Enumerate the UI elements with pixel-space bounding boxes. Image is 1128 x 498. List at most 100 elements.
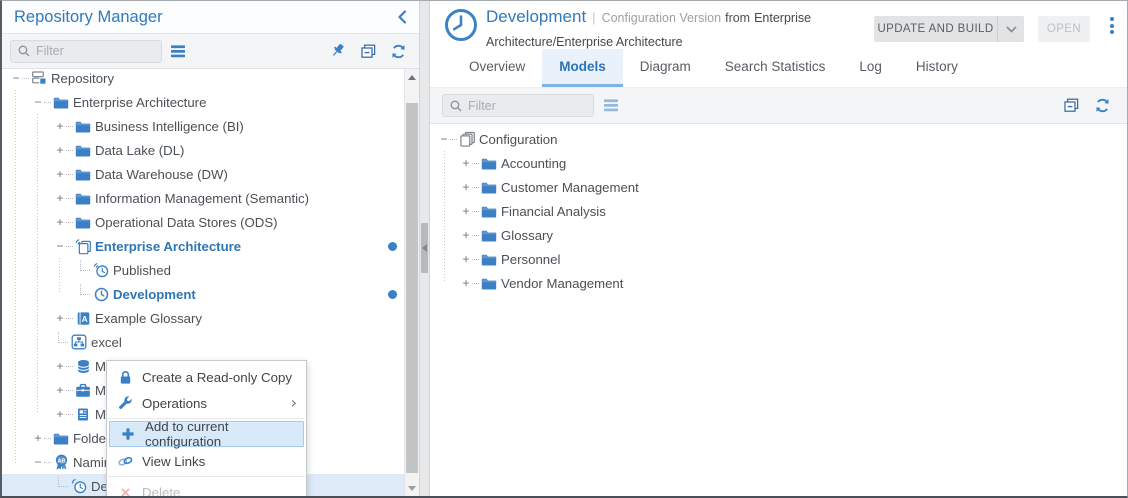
left-filter-input[interactable]	[36, 44, 155, 58]
links-icon	[116, 455, 134, 468]
expand-icon[interactable]: +	[54, 144, 66, 156]
tree-connector	[472, 259, 479, 260]
collapse-icon[interactable]: −	[54, 240, 66, 252]
menu-item-delete[interactable]: Delete	[107, 479, 306, 498]
update-and-build-button[interactable]: UPDATE AND BUILD	[874, 16, 1024, 42]
open-button-label: OPEN	[1047, 23, 1081, 35]
tree-item-personnel[interactable]: +Personnel	[430, 247, 1127, 271]
open-button[interactable]: OPEN	[1038, 16, 1090, 42]
folder-icon	[480, 181, 498, 194]
folder-icon	[52, 96, 70, 109]
tree-item-published[interactable]: Published	[2, 258, 404, 282]
tab-diagram[interactable]: Diagram	[623, 49, 708, 87]
panel-title: Repository Manager	[14, 8, 163, 27]
refresh-icon[interactable]	[1094, 97, 1111, 114]
folder-icon	[480, 253, 498, 266]
collapse-panel-icon[interactable]	[397, 10, 407, 24]
tree-item-label: Information Management (Semantic)	[95, 191, 309, 206]
panel-splitter[interactable]	[419, 1, 430, 496]
status-dot	[388, 242, 397, 251]
splitter-collapse-icon	[422, 244, 427, 252]
tab-overview[interactable]: Overview	[452, 49, 542, 87]
search-icon	[17, 44, 31, 58]
tree-connector	[472, 211, 479, 212]
tree-item-label: Accounting	[501, 156, 566, 171]
tree-item-accounting[interactable]: + Accounting	[430, 151, 1127, 175]
tree-item-business-intelligence-bi-[interactable]: +Business Intelligence (BI)	[2, 114, 404, 138]
expand-icon[interactable]: +	[54, 384, 66, 396]
context-menu: Create a Read-only CopyOperations› Add to…	[106, 360, 307, 498]
tree-connector	[80, 260, 90, 271]
tree-item-operational-data-stores-ods-[interactable]: + Operational Data Stores (ODS)	[2, 210, 404, 234]
scrollbar-thumb[interactable]	[406, 103, 418, 473]
expand-icon[interactable]: +	[54, 216, 66, 228]
tree-item-configuration[interactable]: −Configuration	[430, 127, 1127, 151]
list-view-icon[interactable]	[171, 45, 186, 58]
left-filter-box[interactable]	[10, 40, 162, 63]
kebab-menu-icon[interactable]	[1110, 17, 1114, 34]
expand-icon[interactable]: +	[460, 181, 472, 193]
expand-icon[interactable]: +	[54, 120, 66, 132]
tab-models[interactable]: Models	[542, 49, 623, 87]
expand-icon[interactable]: +	[460, 157, 472, 169]
tree-item-data-warehouse-dw-[interactable]: + Data Warehouse (DW)	[2, 162, 404, 186]
development-clock-icon	[443, 7, 479, 43]
menu-item-create-a-read-only-copy[interactable]: Create a Read-only Copy	[107, 364, 306, 390]
tree-item-label: Data Warehouse (DW)	[95, 167, 228, 182]
tree-item-enterprise-architecture[interactable]: −Enterprise Architecture	[2, 234, 404, 258]
collapse-icon[interactable]: −	[32, 456, 44, 468]
tree-item-financial-analysis[interactable]: +Financial Analysis	[430, 199, 1127, 223]
tab-history[interactable]: History	[899, 49, 975, 87]
tree-item-customer-management[interactable]: +Customer Management	[430, 175, 1127, 199]
tree-item-excel[interactable]: excel	[2, 330, 404, 354]
refresh-icon[interactable]	[390, 43, 407, 60]
tree-item-glossary[interactable]: +Glossary	[430, 223, 1127, 247]
chevron-down-icon[interactable]	[998, 16, 1024, 42]
tree-item-enterprise-architecture[interactable]: − Enterprise Architecture	[2, 90, 404, 114]
tree-item-information-management-semantic-[interactable]: + Information Management (Semantic)	[2, 186, 404, 210]
menu-item-view-links[interactable]: View Links	[107, 448, 306, 474]
tree-connector	[66, 150, 73, 151]
menu-separator	[108, 476, 305, 477]
collapse-all-icon[interactable]	[1063, 97, 1080, 114]
models-filter-box[interactable]	[442, 94, 594, 117]
scroll-up-icon[interactable]	[408, 75, 416, 80]
menu-item-operations[interactable]: Operations›	[107, 390, 306, 416]
expand-icon[interactable]: +	[460, 205, 472, 217]
pin-icon[interactable]	[329, 42, 347, 60]
expand-icon[interactable]: +	[460, 253, 472, 265]
tree-item-development[interactable]: Development	[2, 282, 404, 306]
expand-icon[interactable]: +	[54, 312, 66, 324]
expand-icon[interactable]: +	[460, 229, 472, 241]
scroll-down-icon[interactable]	[408, 486, 416, 491]
report-icon	[74, 407, 92, 422]
list-view-icon[interactable]	[604, 99, 619, 112]
collapse-icon[interactable]: −	[438, 133, 450, 145]
expand-icon[interactable]: +	[54, 360, 66, 372]
tree-item-vendor-management[interactable]: +Vendor Management	[430, 271, 1127, 295]
lock-icon	[116, 370, 134, 385]
main-panel: Development|Configuration VersionfromEnt…	[430, 1, 1127, 496]
submenu-chevron-icon: ›	[291, 395, 297, 411]
tree-item-data-lake-dl-[interactable]: +Data Lake (DL)	[2, 138, 404, 162]
collapse-icon[interactable]: −	[32, 96, 44, 108]
tree-item-example-glossary[interactable]: +AExample Glossary	[2, 306, 404, 330]
collapse-all-icon[interactable]	[360, 43, 377, 60]
models-filter-input[interactable]	[468, 99, 587, 113]
splitter-handle[interactable]	[421, 223, 428, 273]
expand-icon[interactable]: +	[54, 168, 66, 180]
tree-item-label: Enterprise Architecture	[73, 95, 206, 110]
tree-item-label: Operational Data Stores (ODS)	[95, 215, 278, 230]
expand-icon[interactable]: +	[460, 277, 472, 289]
left-tree-scrollbar[interactable]	[404, 69, 419, 497]
tab-log[interactable]: Log	[842, 49, 899, 87]
collapse-icon[interactable]: −	[10, 72, 22, 84]
menu-item-add-to-current-configuration[interactable]: Add to current configuration	[109, 421, 304, 447]
expand-icon[interactable]: +	[54, 408, 66, 420]
tree-item-repository[interactable]: −Repository	[2, 69, 404, 90]
tree-connector	[66, 126, 73, 127]
expand-icon[interactable]: +	[54, 192, 66, 204]
tab-search-statistics[interactable]: Search Statistics	[708, 49, 843, 87]
repository-manager-window: Repository Manager −Repository−Enterpris…	[0, 0, 1128, 498]
expand-icon[interactable]: +	[32, 432, 44, 444]
